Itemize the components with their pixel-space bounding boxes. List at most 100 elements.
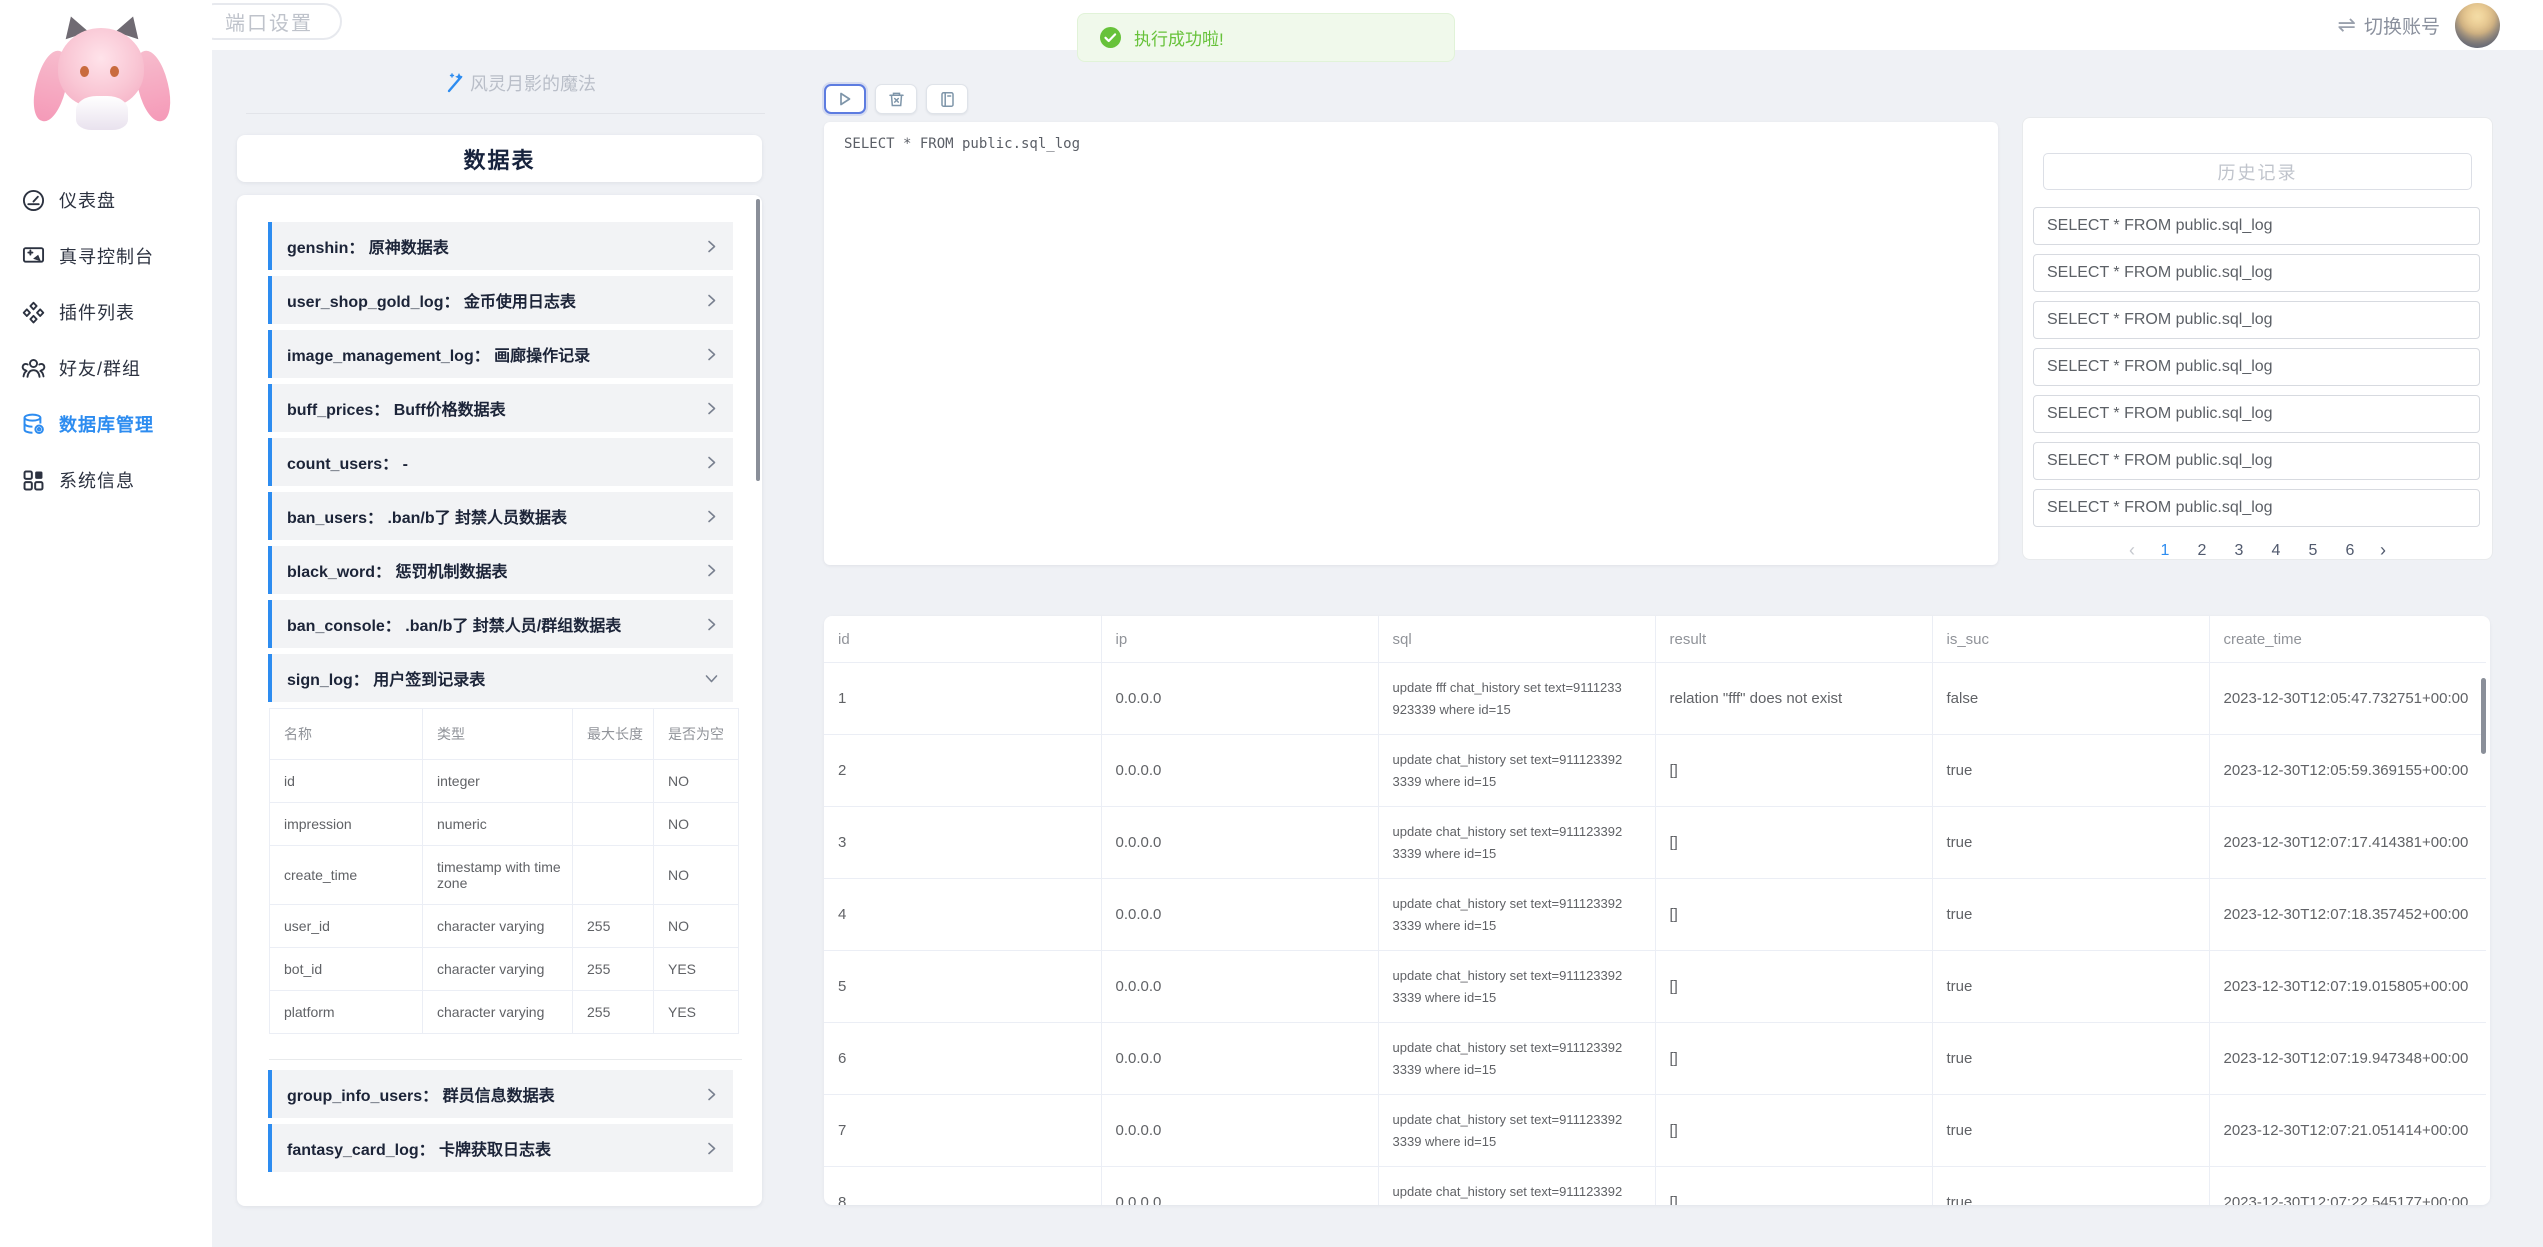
tables-panel-title: 数据表: [237, 135, 762, 182]
sidebar-item-0[interactable]: 仪表盘: [0, 172, 212, 228]
sidebar-item-3[interactable]: 好友/群组: [0, 340, 212, 396]
results-cell: []: [1655, 735, 1932, 807]
results-cell: update chat_history set text=911123392 3…: [1378, 951, 1655, 1023]
tables-list-scrollbar[interactable]: [756, 199, 760, 481]
plugins-icon: [20, 299, 46, 325]
sql-query-text[interactable]: SELECT * FROM public.sql_log: [844, 136, 1978, 152]
table-list-item-ban_users[interactable]: ban_users： .ban/b了 封禁人员数据表: [268, 492, 733, 540]
schema-cell: id: [270, 760, 423, 803]
table-list-item-image_management_log[interactable]: image_management_log： 画廊操作记录: [268, 330, 733, 378]
sidebar-item-label: 数据库管理: [59, 411, 154, 437]
history-item-6[interactable]: SELECT * FROM public.sql_log: [2033, 442, 2480, 480]
schema-header-row: 名称类型最大长度是否为空: [270, 709, 739, 760]
history-item-3[interactable]: SELECT * FROM public.sql_log: [2033, 301, 2480, 339]
schema-cell: character varying: [423, 905, 573, 948]
gauge-icon: [20, 187, 46, 213]
schema-cell: platform: [270, 991, 423, 1034]
table-list-item-user_shop_gold_log[interactable]: user_shop_gold_log： 金币使用日志表: [268, 276, 733, 324]
schema-cell: [573, 846, 654, 905]
results-scrollbar[interactable]: [2481, 678, 2486, 754]
sidebar-item-2[interactable]: 插件列表: [0, 284, 212, 340]
results-cell: 4: [824, 879, 1101, 951]
history-title: 历史记录: [2043, 153, 2472, 190]
page-number-1[interactable]: 1: [2158, 542, 2172, 560]
table-list-item-sign_log[interactable]: sign_log： 用户签到记录表: [268, 654, 733, 702]
results-cell: true: [1932, 1167, 2209, 1206]
page-number-5[interactable]: 5: [2306, 542, 2320, 560]
watermark: 风灵月影的魔法: [444, 70, 596, 96]
schema-cell: numeric: [423, 803, 573, 846]
table-list-item-fantasy_card_log[interactable]: fantasy_card_log： 卡牌获取日志表: [268, 1124, 733, 1172]
results-cell: 0.0.0.0: [1101, 951, 1378, 1023]
sql-editor[interactable]: SELECT * FROM public.sql_log: [824, 122, 1998, 565]
schema-cell: YES: [654, 991, 739, 1034]
results-cell: update chat_history set text=911123392 3…: [1378, 735, 1655, 807]
results-cell: 2023-12-30T12:07:22.545177+00:00: [2209, 1167, 2486, 1206]
results-cell: 2023-12-30T12:07:19.947348+00:00: [2209, 1023, 2486, 1095]
results-cell: 2: [824, 735, 1101, 807]
run-query-button[interactable]: [824, 84, 866, 114]
table-item-label: black_word： 惩罚机制数据表: [287, 558, 507, 582]
table-list-item-black_word[interactable]: black_word： 惩罚机制数据表: [268, 546, 733, 594]
user-avatar[interactable]: [2455, 3, 2500, 48]
results-cell: []: [1655, 1167, 1932, 1206]
chevron-down-icon: [704, 671, 719, 686]
table-list-item-count_users[interactable]: count_users： -: [268, 438, 733, 486]
results-cell: []: [1655, 807, 1932, 879]
history-item-5[interactable]: SELECT * FROM public.sql_log: [2033, 395, 2480, 433]
schema-cell: user_id: [270, 905, 423, 948]
copy-query-button[interactable]: [926, 84, 968, 114]
schema-cell: YES: [654, 948, 739, 991]
schema-cell: [573, 803, 654, 846]
results-cell: update fff chat_history set text=9111233…: [1378, 663, 1655, 735]
page-next-button[interactable]: ›: [2380, 540, 2386, 561]
table-list-item-genshin[interactable]: genshin： 原神数据表: [268, 222, 733, 270]
sidebar-item-1[interactable]: 真寻控制台: [0, 228, 212, 284]
sidebar-item-label: 插件列表: [59, 299, 135, 325]
results-cell: relation "fff" does not exist: [1655, 663, 1932, 735]
table-list-item-buff_prices[interactable]: buff_prices： Buff价格数据表: [268, 384, 733, 432]
results-header-row: idipsqlresultis_succreate_time: [824, 616, 2486, 663]
magic-wand-icon: [444, 71, 466, 95]
database-icon: [20, 411, 46, 437]
schema-cell: NO: [654, 803, 739, 846]
sidebar-item-label: 好友/群组: [59, 355, 141, 381]
table-list-item-group_info_users[interactable]: group_info_users： 群员信息数据表: [268, 1070, 733, 1118]
page-number-4[interactable]: 4: [2269, 542, 2283, 560]
page-prev-button[interactable]: ‹: [2129, 540, 2135, 561]
schema-cell: create_time: [270, 846, 423, 905]
table-list-item-ban_console[interactable]: ban_console： .ban/b了 封禁人员/群组数据表: [268, 600, 733, 648]
clear-query-button[interactable]: [875, 84, 917, 114]
toast-message: 执行成功啦!: [1134, 25, 1224, 50]
sql-toolbar: [824, 84, 968, 114]
chevron-right-icon: [704, 563, 719, 578]
schema-block: 名称类型最大长度是否为空idintegerNOimpressionnumeric…: [269, 708, 742, 1060]
history-item-7[interactable]: SELECT * FROM public.sql_log: [2033, 489, 2480, 527]
results-cell: 2023-12-30T12:05:59.369155+00:00: [2209, 735, 2486, 807]
schema-row: idintegerNO: [270, 760, 739, 803]
results-cell: []: [1655, 1023, 1932, 1095]
port-settings-button[interactable]: 端口设置: [196, 3, 342, 40]
history-item-2[interactable]: SELECT * FROM public.sql_log: [2033, 254, 2480, 292]
page-number-3[interactable]: 3: [2232, 542, 2246, 560]
history-item-4[interactable]: SELECT * FROM public.sql_log: [2033, 348, 2480, 386]
results-cell: update chat_history set text=911123392 3…: [1378, 1095, 1655, 1167]
chevron-right-icon: [704, 293, 719, 308]
results-cell: 2023-12-30T12:07:18.357452+00:00: [2209, 879, 2486, 951]
sidebar-item-4[interactable]: 数据库管理: [0, 396, 212, 452]
switch-account[interactable]: ⇌ 切换账号: [2338, 0, 2440, 50]
results-cell: update chat_history set text=911123392 3…: [1378, 1023, 1655, 1095]
sidebar-item-label: 系统信息: [59, 467, 135, 493]
page-number-6[interactable]: 6: [2343, 542, 2357, 560]
sidebar-item-5[interactable]: 系统信息: [0, 452, 212, 508]
history-item-1[interactable]: SELECT * FROM public.sql_log: [2033, 207, 2480, 245]
schema-column-header: 类型: [423, 709, 573, 760]
page-number-2[interactable]: 2: [2195, 542, 2209, 560]
table-item-label: sign_log： 用户签到记录表: [287, 666, 485, 690]
history-pagination: ‹ 1 2 3 4 5 6 ›: [2023, 540, 2492, 561]
schema-row: platformcharacter varying255YES: [270, 991, 739, 1034]
results-cell: true: [1932, 807, 2209, 879]
chevron-right-icon: [704, 617, 719, 632]
switch-account-label: 切换账号: [2364, 12, 2440, 39]
results-cell: 8: [824, 1167, 1101, 1206]
